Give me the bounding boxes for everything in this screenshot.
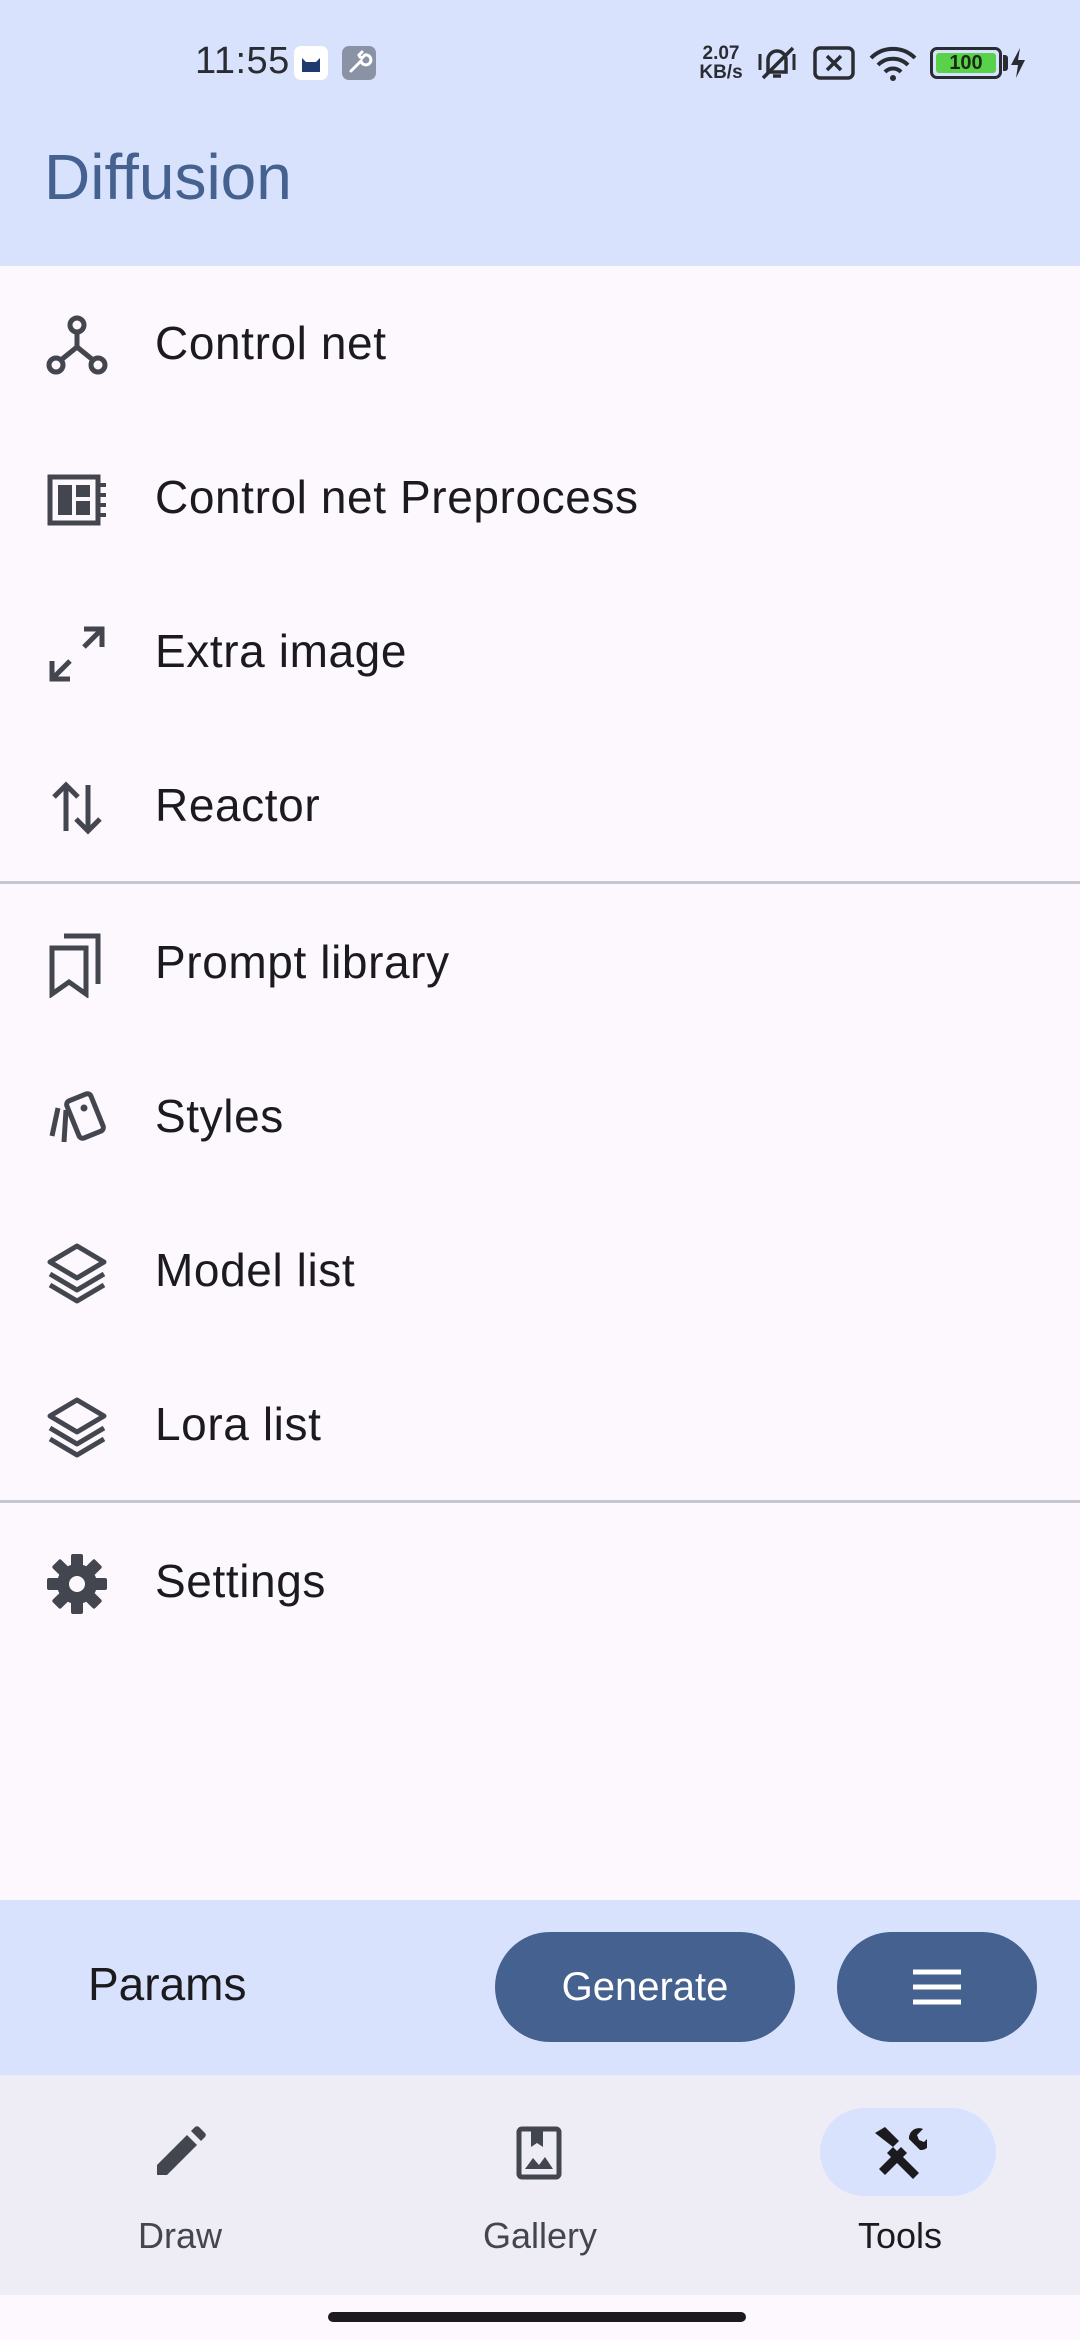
wifi-icon [869,46,917,81]
menu-item-prompt-library[interactable]: Prompt library [0,885,1080,1035]
wrench-icon [342,46,376,80]
layers-icon [47,1243,107,1304]
top-app-bar: 11:55 2.07 KB/s 100 Diffusion [0,0,1080,266]
menu-item-lora-list[interactable]: Lora list [0,1347,1080,1497]
menu-item-label: Settings [155,1555,327,1607]
charging-bolt-icon [1011,48,1025,78]
gear-icon [47,1554,107,1614]
vibrate-off-icon [758,46,796,80]
menu-item-reactor[interactable]: Reactor [0,728,1080,878]
nav-item-gallery[interactable]: Gallery [360,2075,720,2295]
menu-item-model-list[interactable]: Model list [0,1193,1080,1343]
nav-item-draw[interactable]: Draw [0,2075,360,2295]
status-time: 11:55 [195,40,290,82]
menu-item-label: Model list [155,1244,356,1296]
menu-item-label: Styles [155,1090,284,1142]
menu-item-label: Lora list [155,1398,322,1450]
menu-item-control-net[interactable]: Control net [0,266,1080,416]
generate-button[interactable]: Generate [495,1932,795,2042]
menu-item-control-net-preprocess[interactable]: Control net Preprocess [0,420,1080,570]
expand-icon [49,626,105,682]
pencil-icon [157,2126,206,2175]
tools-icon [875,2127,927,2179]
bottom-navigation: Draw Gallery Tools [0,2075,1080,2295]
menu-item-styles[interactable]: Styles [0,1039,1080,1189]
net-speed-value: 2.07 [702,43,740,64]
layers-icon [47,1397,107,1458]
app-cat-icon [294,46,328,80]
menu-item-label: Prompt library [155,936,450,988]
styles-icon [49,1091,106,1143]
hamburger-icon [913,1969,961,2005]
menu-button[interactable] [837,1932,1037,2042]
menu-item-label: Extra image [155,625,408,677]
menu-divider [0,881,1080,884]
nav-label: Draw [137,2215,222,2256]
menu-item-label: Control net [155,317,387,369]
nav-label: Tools [857,2215,943,2256]
control-net-icon [46,315,108,375]
nav-label: Gallery [482,2215,598,2256]
menu-item-settings[interactable]: Settings [0,1504,1080,1654]
battery-icon: 100 [930,47,1002,79]
menu-item-extra-image[interactable]: Extra image [0,574,1080,724]
net-speed: 2.07 KB/s [697,44,745,82]
menu-item-label: Control net Preprocess [155,471,639,523]
swap-vert-icon [52,781,102,835]
action-bar: Params Generate [0,1900,1080,2075]
menu-divider [0,1500,1080,1503]
menu-item-label: Reactor [155,779,321,831]
sim-x-icon [813,46,855,80]
nav-item-tools[interactable]: Tools [720,2075,1080,2295]
home-indicator[interactable] [328,2312,746,2322]
app-title: Diffusion [44,141,292,213]
net-speed-unit: KB/s [699,62,743,83]
bookmarks-icon [49,933,101,998]
params-button[interactable]: Params [88,1957,246,2011]
preprocess-icon [47,474,106,526]
gallery-icon [516,2126,562,2180]
status-bar: 11:55 2.07 KB/s 100 [0,0,1080,124]
battery-level: 100 [936,53,996,73]
